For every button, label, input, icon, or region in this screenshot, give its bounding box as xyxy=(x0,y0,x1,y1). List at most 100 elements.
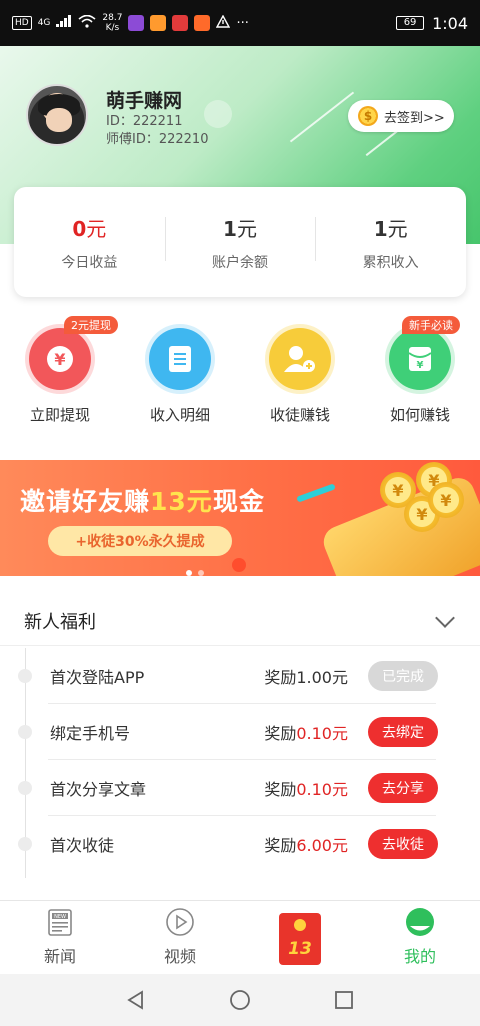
task-completed-button: 已完成 xyxy=(368,661,438,691)
checkin-button[interactable]: $ 去签到>> xyxy=(348,100,454,132)
banner-title-post: 现金 xyxy=(212,487,265,516)
user-id: ID：222211 xyxy=(106,114,183,129)
master-id: 师傅ID：222210 xyxy=(106,132,209,147)
app-notification-icon xyxy=(172,15,189,31)
section-title: 新人福利 xyxy=(24,611,96,633)
banner-title-pre: 邀请好友赚 xyxy=(20,487,151,516)
decorative-dot xyxy=(232,558,246,572)
tab-label: 视频 xyxy=(163,947,196,966)
reward-prefix: 奖励 xyxy=(264,724,297,743)
tab-news[interactable]: NEW 新闻 xyxy=(0,901,120,974)
recruit-button[interactable]: 去收徒 xyxy=(368,829,438,859)
newbie-badge: 新手必读 xyxy=(402,316,460,334)
tab-label: 新闻 xyxy=(43,947,76,966)
task-row: 首次登陆APP 奖励1.00元 已完成 xyxy=(0,648,480,704)
stat-total-income[interactable]: 1元 累积收入 xyxy=(315,213,466,272)
red-packet-number: 13 xyxy=(288,939,312,959)
quick-withdraw[interactable]: ¥ 立即提现 2元提现 xyxy=(0,316,120,436)
quick-label: 收徒赚钱 xyxy=(269,406,330,424)
share-article-button[interactable]: 去分享 xyxy=(368,773,438,803)
tab-mine[interactable]: 我的 xyxy=(360,901,480,974)
money-envelope-icon: ¥ xyxy=(389,328,451,390)
stat-today-earnings[interactable]: 0元 今日收益 xyxy=(14,213,165,272)
quick-recruit[interactable]: 收徒赚钱 xyxy=(240,316,360,436)
wifi-icon xyxy=(78,14,96,32)
app-notification-icon xyxy=(194,15,211,31)
back-icon[interactable] xyxy=(125,989,147,1011)
speed-unit: K/s xyxy=(105,23,120,33)
task-name: 绑定手机号 xyxy=(50,724,131,743)
timeline-bullet xyxy=(18,669,32,683)
withdraw-badge: 2元提现 xyxy=(64,316,118,334)
bind-phone-button[interactable]: 去绑定 xyxy=(368,717,438,747)
quick-label: 收入明细 xyxy=(149,406,210,424)
stat-number: 1 xyxy=(373,216,388,241)
decorative-streak xyxy=(365,129,399,157)
reward-amount: 1.00元 xyxy=(296,668,348,687)
tab-video[interactable]: 视频 xyxy=(120,901,240,974)
checkin-label: 去签到>> xyxy=(384,110,445,126)
stat-unit: 元 xyxy=(387,216,408,241)
yuan-glyph: ¥ xyxy=(417,360,424,371)
tab-red-packet[interactable]: 13 xyxy=(240,901,360,974)
recents-icon[interactable] xyxy=(333,989,355,1011)
stat-unit: 元 xyxy=(86,216,107,241)
newspaper-icon: NEW xyxy=(48,909,72,936)
battery-icon: 69 xyxy=(396,16,425,30)
chevron-down-icon[interactable] xyxy=(435,607,455,628)
stat-label: 今日收益 xyxy=(61,254,118,271)
profile-icon xyxy=(406,908,434,936)
hd-indicator: HD xyxy=(12,16,32,30)
app-notification-icon xyxy=(128,15,145,31)
timeline-bullet xyxy=(18,837,32,851)
stat-number: 1 xyxy=(223,216,237,241)
welfare-header[interactable]: 新人福利 xyxy=(0,596,480,646)
stat-value: 1元 xyxy=(315,213,466,242)
task-row: 绑定手机号 奖励0.10元 去绑定 xyxy=(0,704,480,760)
task-name: 首次登陆APP xyxy=(50,668,145,687)
task-reward: 奖励6.00元 xyxy=(264,832,348,856)
reward-prefix: 奖励 xyxy=(264,836,297,855)
yuan-icon: ¥ xyxy=(29,328,91,390)
quick-label: 如何赚钱 xyxy=(389,406,450,424)
avatar[interactable] xyxy=(26,84,88,146)
welfare-task-list: 首次登陆APP 奖励1.00元 已完成 绑定手机号 奖励0.10元 去绑定 首次… xyxy=(0,648,480,878)
clock: 1:04 xyxy=(432,13,468,33)
reward-prefix: 奖励 xyxy=(264,668,297,687)
task-name: 首次分享文章 xyxy=(50,780,147,799)
reward-amount: 0.10元 xyxy=(296,780,348,799)
status-left: HD 4G 28.7 K/s ··· xyxy=(12,13,249,33)
carousel-dot[interactable] xyxy=(198,570,204,576)
reward-amount: 0.10元 xyxy=(296,724,348,743)
system-navigation-bar xyxy=(0,974,480,1026)
play-icon xyxy=(166,908,194,936)
banner-subtitle: +收徒30%永久提成 xyxy=(48,526,232,556)
invite-banner[interactable]: ¥ ¥ ¥ ¥ 邀请好友赚13元现金 +收徒30%永久提成 xyxy=(0,460,480,576)
carousel-dot[interactable] xyxy=(186,570,192,576)
task-reward: 奖励1.00元 xyxy=(264,664,348,688)
avatar-face xyxy=(46,108,72,132)
decorative-streak xyxy=(289,91,355,143)
document-icon xyxy=(149,328,211,390)
stat-account-balance[interactable]: 1元 账户余额 xyxy=(164,213,316,272)
stat-value: 1元 xyxy=(165,213,316,242)
decorative-streak xyxy=(296,483,336,503)
quick-how-to-earn[interactable]: ¥ 如何赚钱 新手必读 xyxy=(360,316,480,436)
carousel-indicator xyxy=(186,570,204,576)
timeline-bullet xyxy=(18,725,32,739)
task-reward: 奖励0.10元 xyxy=(264,720,348,744)
quick-income-details[interactable]: 收入明细 xyxy=(120,316,240,436)
bottom-tab-bar: NEW 新闻 视频 13 我的 xyxy=(0,900,480,974)
more-notifications-icon: ··· xyxy=(236,15,249,31)
red-packet-seal xyxy=(294,919,306,931)
reward-prefix: 奖励 xyxy=(264,780,297,799)
banner-title: 邀请好友赚13元现金 xyxy=(20,482,265,518)
earnings-stats-card: 0元 今日收益 1元 账户余额 1元 累积收入 xyxy=(14,187,466,297)
reward-amount: 6.00元 xyxy=(296,836,348,855)
home-icon[interactable] xyxy=(229,989,251,1011)
speed-value: 28.7 xyxy=(102,13,123,23)
status-right: 69 1:04 xyxy=(396,14,468,33)
stat-unit: 元 xyxy=(236,216,257,241)
signal-icon xyxy=(56,15,72,31)
network-speed: 28.7 K/s xyxy=(102,13,122,33)
